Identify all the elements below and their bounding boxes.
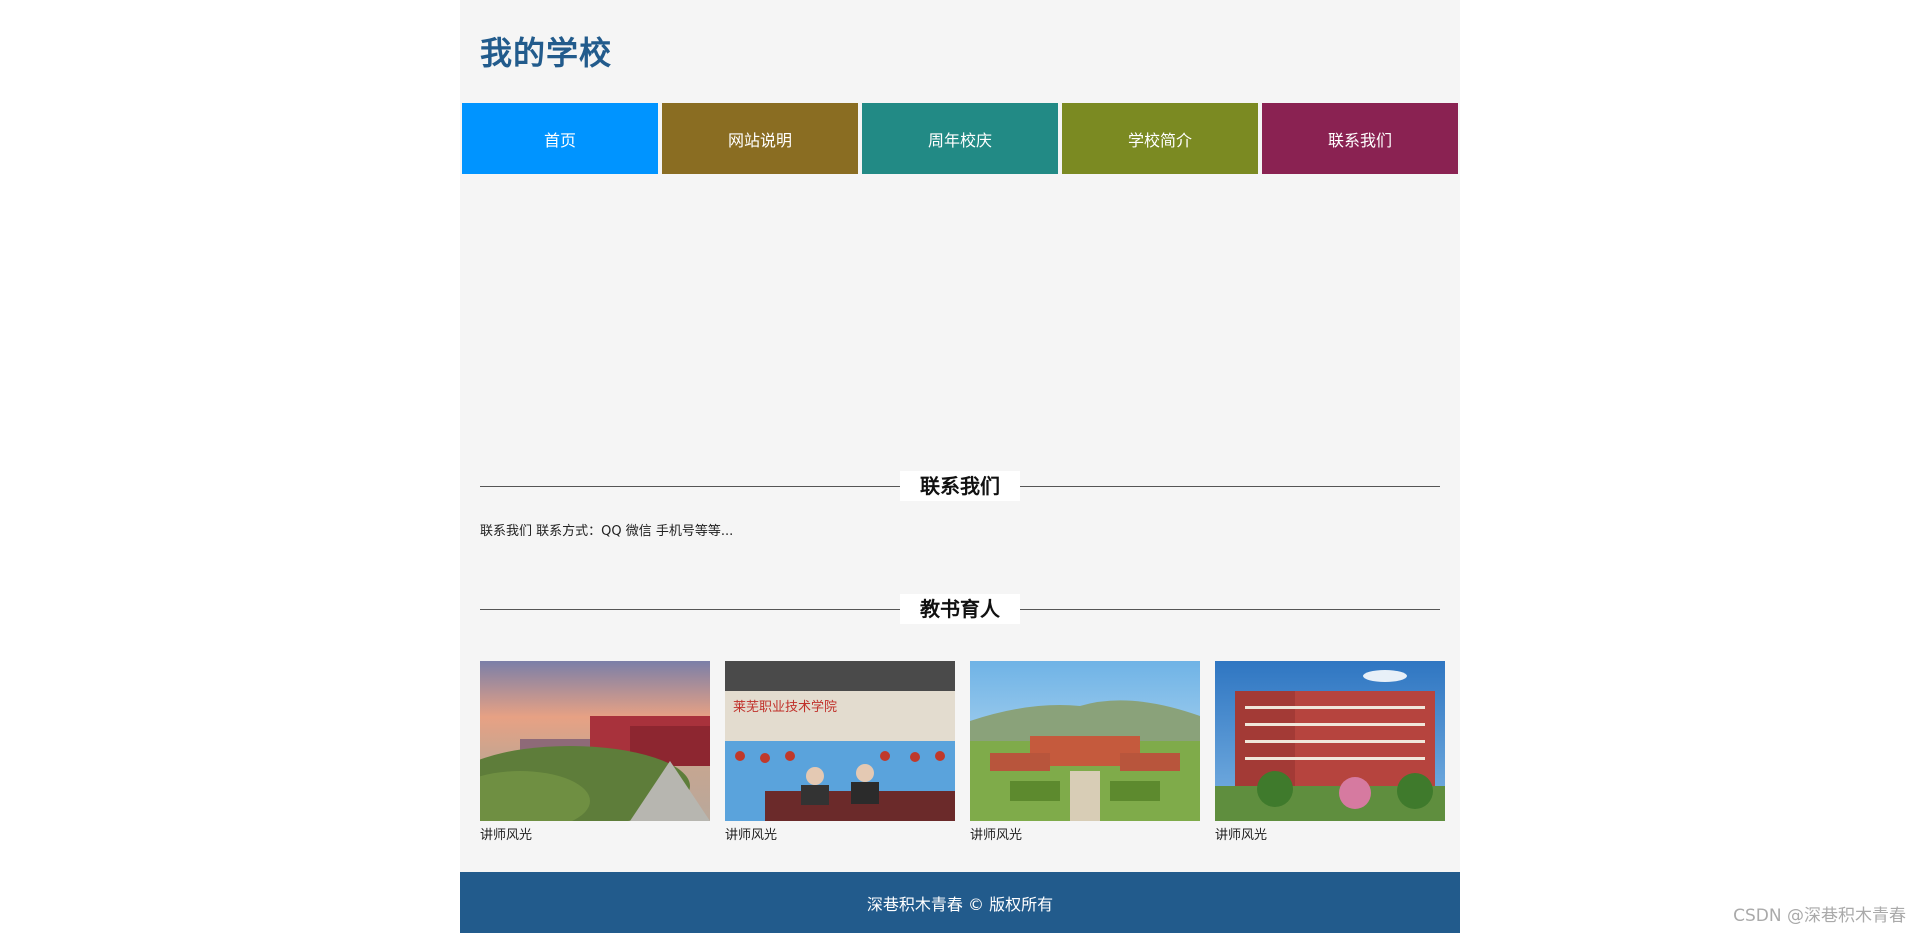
nav-item-home[interactable]: 首页 (462, 103, 658, 174)
nav-item-label: 周年校庆 (927, 130, 992, 150)
teaching-heading-label: 教书育人 (900, 594, 1020, 624)
campus-aerial-photo (970, 661, 1200, 821)
red-building-photo (1215, 661, 1445, 821)
lecture-hall-photo: 莱芜职业技术学院 (725, 661, 955, 821)
nav-item-label: 学校简介 (1127, 130, 1192, 150)
page-container: 我的学校 首页 网站说明 周年校庆 学校简介 联系我们 联系我们 联系我们 联系… (460, 0, 1460, 933)
gallery-item[interactable]: 讲师风光 (1215, 661, 1445, 843)
gallery-caption: 讲师风光 (970, 828, 1023, 843)
nav-item-site-info[interactable]: 网站说明 (662, 103, 858, 174)
gallery-item[interactable]: 讲师风光 (480, 661, 710, 843)
nav-item-label: 网站说明 (727, 130, 792, 150)
nav-item-school-intro[interactable]: 学校简介 (1062, 103, 1258, 174)
teaching-section-heading: 教书育人 (480, 594, 1440, 624)
footer-copyright: 深巷积木青春 © 版权所有 (866, 894, 1054, 914)
gallery-caption: 讲师风光 (480, 828, 533, 843)
photo-gallery: 讲师风光 莱芜职业技术学院 讲师风光 讲师风光 讲师风光 (480, 661, 1445, 843)
site-title: 我的学校 (480, 34, 613, 72)
nav-item-contact[interactable]: 联系我们 (1262, 103, 1458, 174)
svg-text:莱芜职业技术学院: 莱芜职业技术学院 (733, 699, 837, 715)
nav-item-label: 联系我们 (1327, 130, 1392, 150)
gallery-caption: 讲师风光 (1215, 828, 1268, 843)
contact-section-heading: 联系我们 (480, 471, 1440, 501)
contact-info-text: 联系我们 联系方式：QQ 微信 手机号等等... (480, 524, 734, 539)
banner-area (460, 174, 1460, 464)
gallery-item[interactable]: 莱芜职业技术学院 讲师风光 (725, 661, 955, 843)
main-nav: 首页 网站说明 周年校庆 学校简介 联系我们 (462, 103, 1458, 174)
nav-item-label: 首页 (543, 130, 576, 150)
nav-item-anniversary[interactable]: 周年校庆 (862, 103, 1058, 174)
site-footer: 深巷积木青春 © 版权所有 (460, 872, 1460, 933)
watermark-text: CSDN @深巷积木青春 (1733, 906, 1906, 926)
campus-sunset-photo (480, 661, 710, 821)
gallery-caption: 讲师风光 (725, 828, 778, 843)
contact-heading-label: 联系我们 (900, 471, 1020, 501)
gallery-item[interactable]: 讲师风光 (970, 661, 1200, 843)
site-header: 我的学校 (460, 0, 1460, 103)
